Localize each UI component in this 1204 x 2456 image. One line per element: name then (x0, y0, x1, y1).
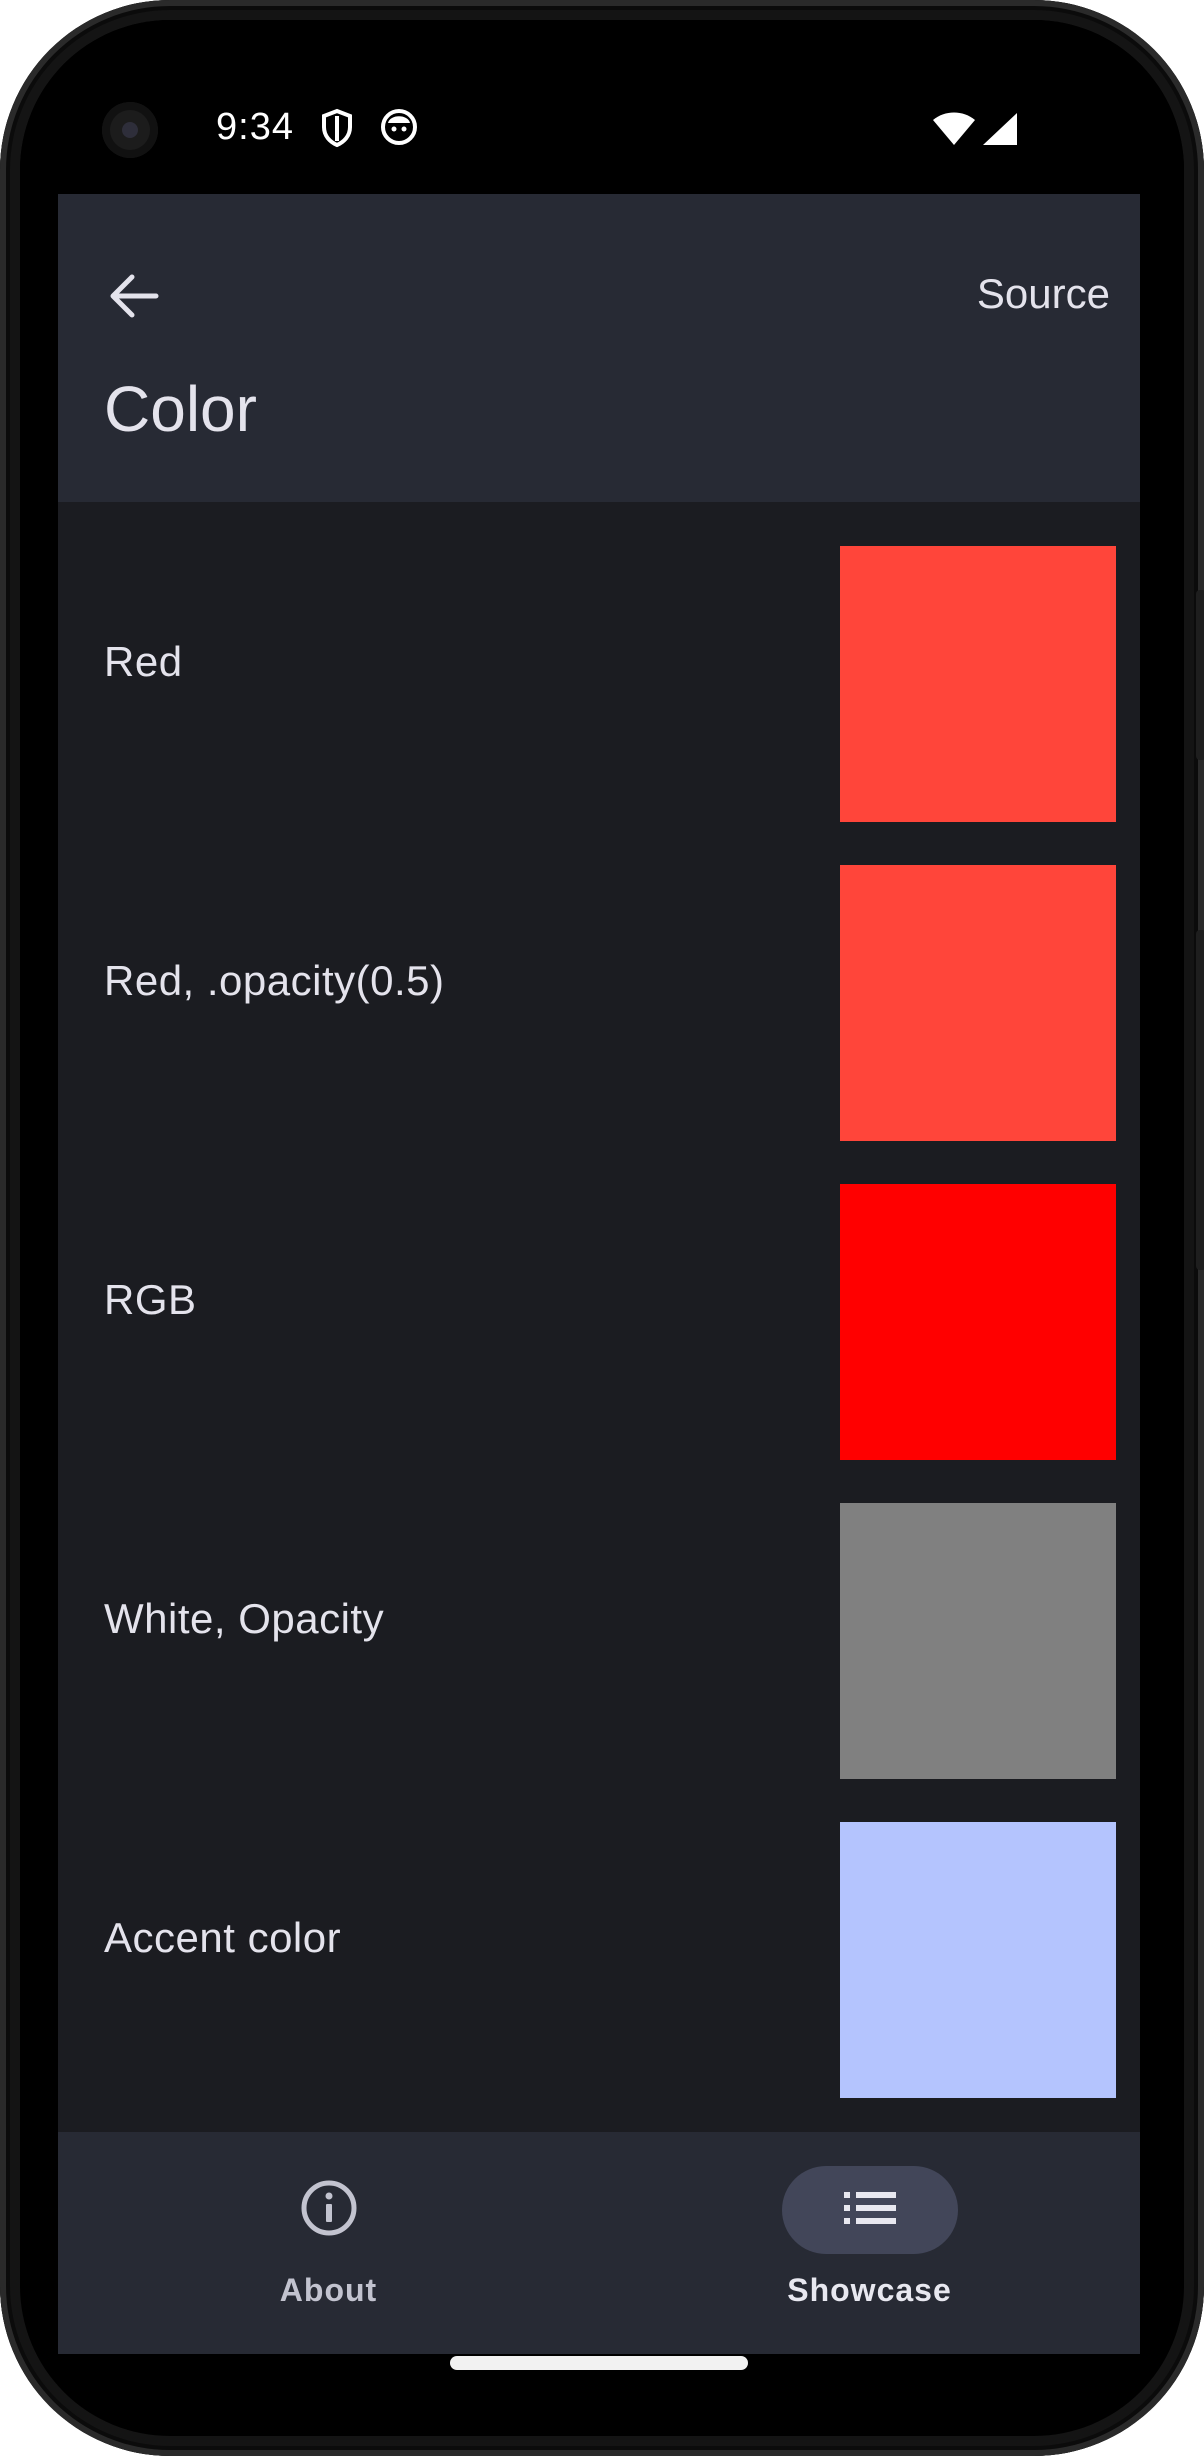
app-content: Source Color Red Red, .opacity(0.5) RGB … (58, 194, 1140, 2354)
color-swatch (840, 1503, 1116, 1779)
arrow-left-icon[interactable] (94, 256, 174, 336)
top-app-bar: Source Color (58, 194, 1140, 502)
color-swatch (840, 546, 1116, 822)
row-label: Red, .opacity(0.5) (104, 956, 445, 1004)
list-item: RGB (58, 1140, 1140, 1460)
list-item: White, Opacity (58, 1459, 1140, 1779)
nav-item-about[interactable]: About (58, 2132, 599, 2354)
source-button[interactable]: Source (977, 270, 1110, 318)
phone-frame: 9:34 Source Color Red Red, .opacity(0.5)… (0, 0, 1204, 2456)
volume-button (1196, 590, 1204, 760)
row-label: Red (104, 637, 183, 685)
color-swatch (840, 1822, 1116, 2098)
notification-face-icon (380, 108, 418, 151)
bottom-navigation: About Showcase (58, 2132, 1140, 2354)
nav-item-showcase[interactable]: Showcase (599, 2132, 1140, 2354)
list-item: Red, .opacity(0.5) (58, 821, 1140, 1141)
nav-label-showcase: Showcase (787, 2272, 952, 2308)
color-list: Red Red, .opacity(0.5) RGB White, Opacit… (58, 502, 1140, 2098)
nav-pill-showcase (781, 2166, 958, 2254)
row-label: RGB (104, 1275, 197, 1323)
wifi-icon (932, 112, 976, 151)
row-label: Accent color (104, 1913, 342, 1961)
front-camera (102, 102, 158, 158)
color-swatch (840, 865, 1116, 1141)
status-time: 9:34 (216, 106, 294, 148)
color-swatch (840, 1184, 1116, 1460)
nav-label-about: About (279, 2272, 378, 2308)
row-label: White, Opacity (104, 1594, 385, 1642)
info-icon (299, 2178, 359, 2243)
screen: 9:34 Source Color Red Red, .opacity(0.5)… (20, 20, 1184, 2436)
list-item: Red (58, 502, 1140, 822)
power-button (1196, 930, 1204, 1270)
home-indicator[interactable] (450, 2356, 748, 2370)
page-title: Color (104, 373, 257, 445)
signal-icon (982, 112, 1018, 151)
shield-icon (320, 108, 354, 153)
nav-pill-about (241, 2166, 417, 2254)
list-item: Accent color (58, 1778, 1140, 2098)
status-bar: 9:34 (20, 20, 1184, 194)
list-icon (842, 2188, 898, 2233)
